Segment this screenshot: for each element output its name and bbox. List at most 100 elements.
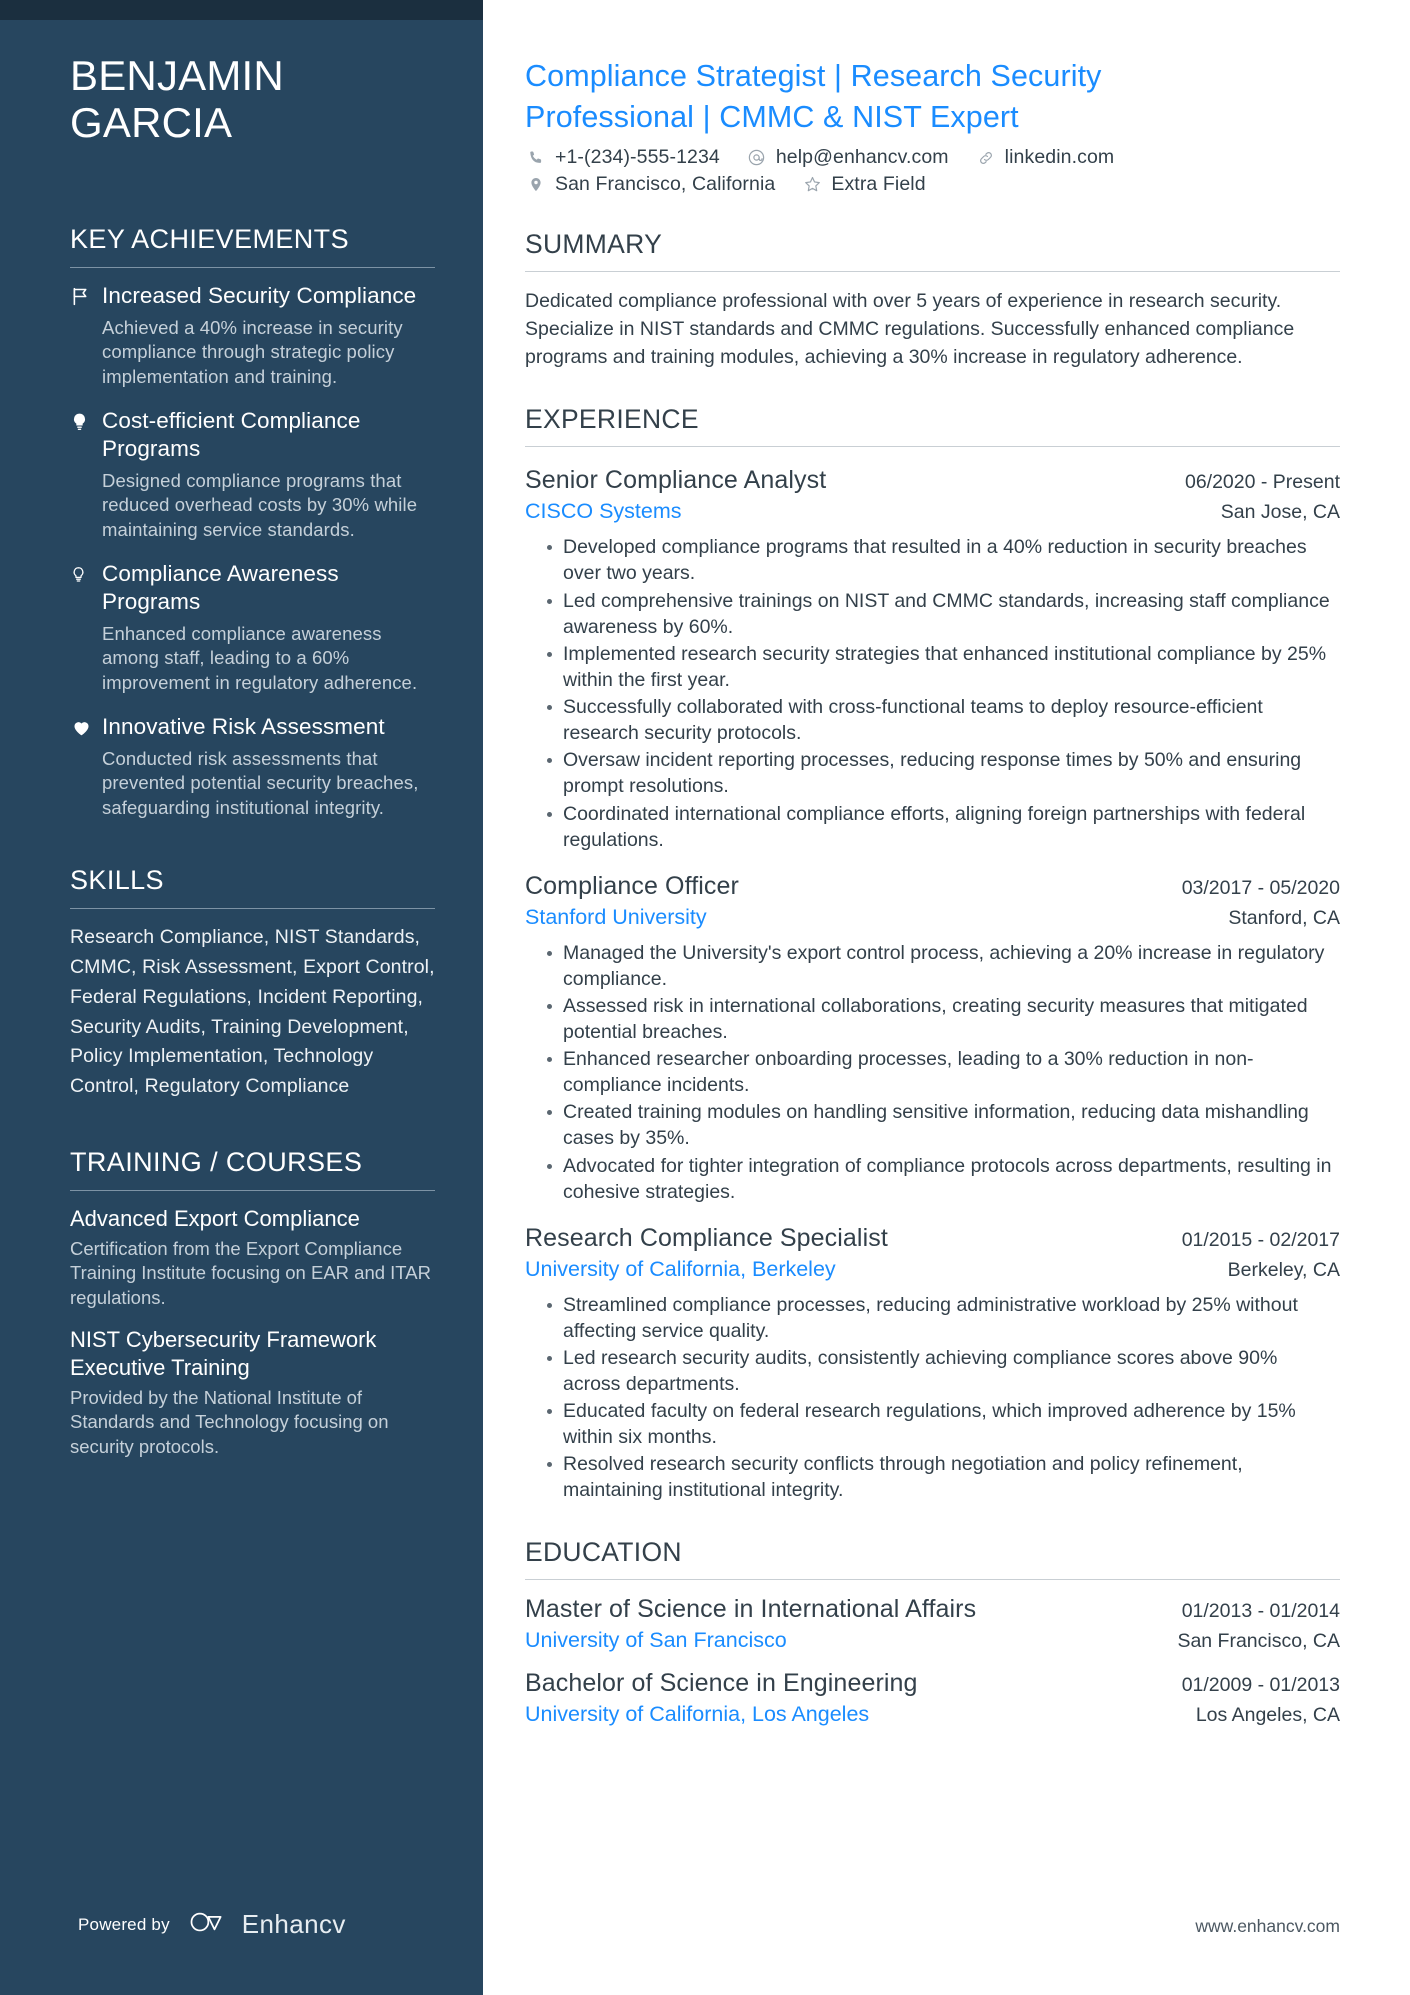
course-item: Advanced Export Compliance Certification… — [70, 1205, 435, 1311]
section-divider — [525, 271, 1340, 273]
professional-headline: Compliance Strategist | Research Securit… — [525, 56, 1340, 137]
contact-email[interactable]: help@enhancv.com — [746, 146, 949, 169]
job-bullet: Led research security audits, consistent… — [547, 1345, 1340, 1397]
experience-entry: Compliance Officer 03/2017 - 05/2020 Sta… — [525, 871, 1340, 1205]
lightbulb-outline-icon — [70, 560, 102, 696]
email-text: help@enhancv.com — [775, 146, 949, 169]
school-name[interactable]: University of California, Los Angeles — [525, 1702, 869, 1728]
job-bullets: Managed the University's export control … — [525, 940, 1340, 1205]
website-footer: www.enhancv.com — [1195, 1916, 1340, 1936]
enhancv-wordmark: Enhancv — [241, 1909, 346, 1939]
job-bullets: Streamlined compliance processes, reduci… — [525, 1292, 1340, 1504]
achievement-title: Compliance Awareness Programs — [102, 560, 339, 614]
candidate-name-line2: GARCIA — [70, 99, 233, 147]
job-bullet: Successfully collaborated with cross-fun… — [547, 694, 1340, 746]
job-company[interactable]: CISCO Systems — [525, 499, 682, 525]
experience-entry: Research Compliance Specialist 01/2015 -… — [525, 1223, 1340, 1504]
job-location: San Jose, CA — [1220, 501, 1340, 524]
job-date: 03/2017 - 05/2020 — [1181, 876, 1340, 899]
phone-icon — [525, 147, 547, 169]
job-bullet: Assessed risk in international collabora… — [547, 993, 1340, 1045]
job-bullet: Implemented research security strategies… — [547, 641, 1340, 693]
education-entry: Master of Science in International Affai… — [525, 1594, 1340, 1654]
job-bullet: Oversaw incident reporting processes, re… — [547, 747, 1340, 799]
star-outline-icon — [801, 174, 823, 196]
powered-by-label: Powered by — [78, 1914, 170, 1934]
skills-list: Research Compliance, NIST Standards, CMM… — [70, 926, 435, 1098]
education-entry: Bachelor of Science in Engineering 01/20… — [525, 1668, 1340, 1728]
experience-entry: Senior Compliance Analyst 06/2020 - Pres… — [525, 465, 1340, 852]
sidebar: BENJAMIN GARCIA KEY ACHIEVEMENTS Increas… — [0, 0, 483, 1995]
phone-text: +1-(234)-555-1234 — [555, 146, 720, 169]
achievement-description: Conducted risk assessments that prevente… — [102, 747, 419, 818]
section-divider — [70, 1189, 435, 1191]
achievement-description: Designed compliance programs that reduce… — [102, 469, 418, 540]
course-description: Certification from the Export Compliance… — [70, 1237, 431, 1308]
contact-extra-field: Extra Field — [801, 173, 926, 196]
degree-title: Bachelor of Science in Engineering — [525, 1668, 918, 1697]
achievement-item: Cost-efficient Compliance Programs Desig… — [70, 407, 435, 543]
achievement-item: Innovative Risk Assessment Conducted ris… — [70, 713, 435, 821]
job-bullet: Resolved research security conflicts thr… — [547, 1451, 1340, 1503]
achievement-description: Achieved a 40% increase in security comp… — [102, 316, 403, 387]
course-item: NIST Cybersecurity Framework Executive T… — [70, 1326, 435, 1459]
summary-section: SUMMARY Dedicated compliance professiona… — [525, 229, 1340, 371]
degree-date: 01/2009 - 01/2013 — [1181, 1673, 1340, 1696]
contact-row-secondary: San Francisco, California Extra Field — [525, 173, 1340, 196]
job-date: 06/2020 - Present — [1184, 471, 1340, 494]
job-date: 01/2015 - 02/2017 — [1181, 1228, 1340, 1251]
job-company[interactable]: University of California, Berkeley — [525, 1257, 836, 1283]
job-location: Berkeley, CA — [1227, 1258, 1340, 1281]
location-pin-icon — [525, 174, 547, 196]
job-bullet: Led comprehensive trainings on NIST and … — [547, 588, 1340, 640]
job-bullet: Enhanced researcher onboarding processes… — [547, 1046, 1340, 1098]
flag-icon — [70, 282, 102, 390]
job-bullet: Streamlined compliance processes, reduci… — [547, 1292, 1340, 1344]
education-section: EDUCATION Master of Science in Internati… — [525, 1537, 1340, 1728]
summary-text: Dedicated compliance professional with o… — [525, 290, 1295, 368]
training-courses-heading: TRAINING / COURSES — [70, 1147, 363, 1178]
achievement-title: Increased Security Compliance — [102, 282, 417, 308]
job-bullet: Coordinated international compliance eff… — [547, 801, 1340, 853]
job-bullet: Managed the University's export control … — [547, 940, 1340, 992]
key-achievements-heading: KEY ACHIEVEMENTS — [70, 223, 349, 254]
job-company[interactable]: Stanford University — [525, 905, 707, 931]
contact-phone[interactable]: +1-(234)-555-1234 — [525, 146, 720, 169]
main-content: Compliance Strategist | Research Securit… — [483, 0, 1410, 1995]
job-bullet: Developed compliance programs that resul… — [547, 534, 1340, 586]
link-icon — [975, 147, 997, 169]
section-divider — [525, 446, 1340, 448]
course-description: Provided by the National Institute of St… — [70, 1386, 389, 1457]
headline-line1: Compliance Strategist | Research Securit… — [525, 59, 1102, 93]
job-bullet: Educated faculty on federal research reg… — [547, 1398, 1340, 1450]
job-title: Senior Compliance Analyst — [525, 466, 827, 495]
contact-linkedin[interactable]: linkedin.com — [975, 146, 1115, 169]
section-divider — [525, 1578, 1340, 1580]
lightbulb-filled-icon — [70, 407, 102, 543]
school-name[interactable]: University of San Francisco — [525, 1628, 787, 1654]
achievement-description: Enhanced compliance awareness among staf… — [102, 622, 418, 693]
achievement-title: Cost-efficient Compliance Programs — [102, 407, 361, 461]
achievement-title: Innovative Risk Assessment — [102, 713, 385, 739]
job-location: Stanford, CA — [1228, 906, 1340, 929]
resume-page: BENJAMIN GARCIA KEY ACHIEVEMENTS Increas… — [0, 0, 1410, 1995]
contact-location: San Francisco, California — [525, 173, 775, 196]
training-courses-section: TRAINING / COURSES Advanced Export Compl… — [70, 1147, 435, 1459]
key-achievements-section: KEY ACHIEVEMENTS Increased Security Comp… — [70, 223, 435, 821]
linkedin-text: linkedin.com — [1004, 146, 1115, 169]
skills-heading: SKILLS — [70, 865, 164, 896]
degree-date: 01/2013 - 01/2014 — [1181, 1599, 1340, 1622]
school-location: Los Angeles, CA — [1195, 1703, 1340, 1726]
degree-title: Master of Science in International Affai… — [525, 1594, 977, 1623]
achievement-item: Increased Security Compliance Achieved a… — [70, 282, 435, 390]
experience-heading: EXPERIENCE — [525, 404, 699, 435]
achievement-item: Compliance Awareness Programs Enhanced c… — [70, 560, 435, 696]
skills-section: SKILLS Research Compliance, NIST Standar… — [70, 866, 435, 1102]
summary-heading: SUMMARY — [525, 229, 663, 260]
contact-info: +1-(234)-555-1234 help@enhancv.com linke… — [525, 146, 1340, 196]
extra-field-text: Extra Field — [831, 173, 926, 196]
course-title: Advanced Export Compliance — [70, 1205, 360, 1231]
heart-icon — [70, 713, 102, 821]
job-bullets: Developed compliance programs that resul… — [525, 534, 1340, 853]
enhancv-brand: Enhancv — [188, 1909, 346, 1940]
